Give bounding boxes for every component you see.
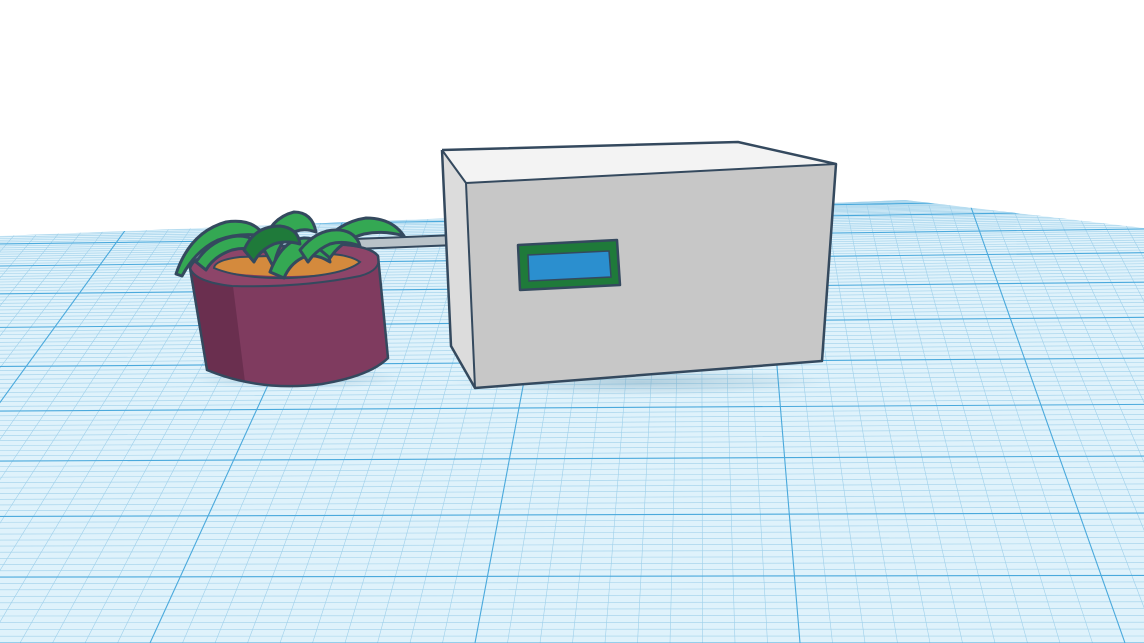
enclosure-box[interactable] [440, 140, 838, 390]
design-viewport[interactable] [0, 0, 1144, 643]
lcd-display[interactable] [516, 238, 622, 292]
lcd-screen [527, 250, 612, 282]
scene-canvas[interactable] [0, 0, 1144, 643]
